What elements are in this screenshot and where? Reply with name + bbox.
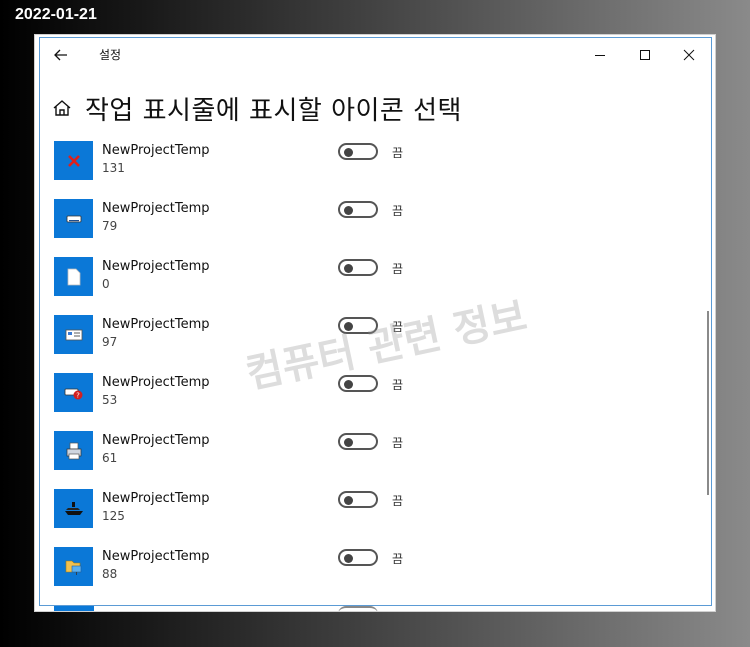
blank-document-icon	[67, 268, 80, 285]
toggle-switch[interactable]	[338, 375, 378, 392]
red-x-icon	[67, 154, 80, 167]
arrow-left-icon	[54, 49, 67, 61]
app-id: 125	[102, 509, 125, 523]
app-id: 53	[102, 393, 118, 407]
date-stamp: 2022-01-21	[15, 6, 97, 23]
app-tile	[54, 489, 93, 528]
app-name: NewProjectTemp	[102, 317, 210, 332]
list-item: NewProjectTemp 125 끔	[54, 483, 674, 529]
app-tile	[54, 141, 93, 180]
list-item: NewProjectTemp 131 끔	[54, 135, 674, 181]
toggle-knob	[344, 496, 353, 505]
title-bar: 설정	[35, 35, 715, 75]
network-card-icon	[65, 329, 82, 340]
toggle-knob	[344, 554, 353, 563]
app-id: 61	[102, 451, 118, 465]
toggle-knob	[344, 438, 353, 447]
toggle-switch[interactable]	[338, 143, 378, 160]
list-item: ? NewProjectTemp 53 끔	[54, 367, 674, 413]
app-id: 0	[102, 277, 110, 291]
page-title: 작업 표시줄에 표시할 아이콘 선택	[85, 95, 462, 126]
app-name: NewProjectTemp	[102, 375, 210, 390]
ship-icon	[64, 501, 83, 515]
app-tile	[54, 315, 93, 354]
app-name: NewProjectTemp	[102, 491, 210, 506]
svg-text:?: ?	[76, 391, 80, 399]
list-item: NewProjectTemp 79 끔	[54, 193, 674, 239]
toggle-switch[interactable]	[338, 317, 378, 334]
list-item: NewProjectTemp 0 끔	[54, 251, 674, 297]
app-tile: ?	[54, 373, 93, 412]
toggle-knob	[344, 264, 353, 273]
toggle-switch[interactable]	[338, 549, 378, 566]
toggle-switch[interactable]	[338, 259, 378, 276]
app-id: 131	[102, 161, 125, 175]
network-folder-icon	[65, 560, 81, 575]
app-name: NewProjectTemp	[102, 143, 210, 158]
toggle-switch[interactable]	[338, 433, 378, 450]
app-name: NewProjectTemp	[102, 549, 210, 564]
app-name: NewProjectTemp	[102, 201, 210, 216]
toggle-state-label: 끔	[392, 494, 404, 508]
settings-window: 설정 작업 표시줄에 표시할 아이콘 선택 NewProjectTemp 131…	[34, 34, 716, 612]
back-button[interactable]	[50, 44, 72, 66]
toggle-state-label: 끔	[392, 146, 404, 160]
minimize-button[interactable]	[580, 41, 620, 69]
app-id: 88	[102, 567, 118, 581]
app-tile	[54, 547, 93, 586]
page-header: 작업 표시줄에 표시할 아이콘 선택	[51, 91, 462, 126]
toggle-knob	[344, 148, 353, 157]
list-item: NewProjectTemp 88 끔	[54, 541, 674, 587]
app-name: NewProjectTemp	[102, 259, 210, 274]
toggle-state-label: 끔	[392, 320, 404, 334]
toggle-state-label: 끔	[392, 436, 404, 450]
toggle-state-label: 끔	[392, 552, 404, 566]
printer-icon	[66, 442, 81, 459]
list-item: NewProjectTemp 61 끔	[54, 425, 674, 471]
close-icon	[683, 49, 695, 61]
toggle-switch[interactable]	[338, 201, 378, 218]
close-button[interactable]	[669, 41, 709, 69]
maximize-button[interactable]	[625, 41, 665, 69]
app-tile	[54, 257, 93, 296]
toggle-knob	[344, 206, 353, 215]
app-tile	[54, 431, 93, 470]
toggle-switch[interactable]	[338, 491, 378, 508]
toggle-state-label: 끔	[392, 262, 404, 276]
app-name: NewProjectTemp	[102, 433, 210, 448]
icon-list: NewProjectTemp 131 끔 NewProjectTemp 79 끔	[35, 135, 715, 611]
toggle-knob	[344, 380, 353, 389]
home-icon[interactable]	[51, 97, 73, 119]
app-id: 97	[102, 335, 118, 349]
maximize-icon	[640, 50, 650, 60]
toggle-state-label: 끔	[392, 204, 404, 218]
scrollbar[interactable]	[707, 311, 709, 495]
drive-icon	[66, 215, 81, 222]
toggle-knob	[344, 322, 353, 331]
partial-toggle-switch	[338, 606, 378, 611]
toggle-state-label: 끔	[392, 378, 404, 392]
app-title: 설정	[99, 48, 122, 62]
partial-app-tile	[54, 605, 94, 611]
drive-error-icon: ?	[64, 388, 82, 399]
app-id: 79	[102, 219, 118, 233]
app-tile	[54, 199, 93, 238]
minimize-icon	[595, 55, 605, 56]
list-item: NewProjectTemp 97 끔	[54, 309, 674, 355]
